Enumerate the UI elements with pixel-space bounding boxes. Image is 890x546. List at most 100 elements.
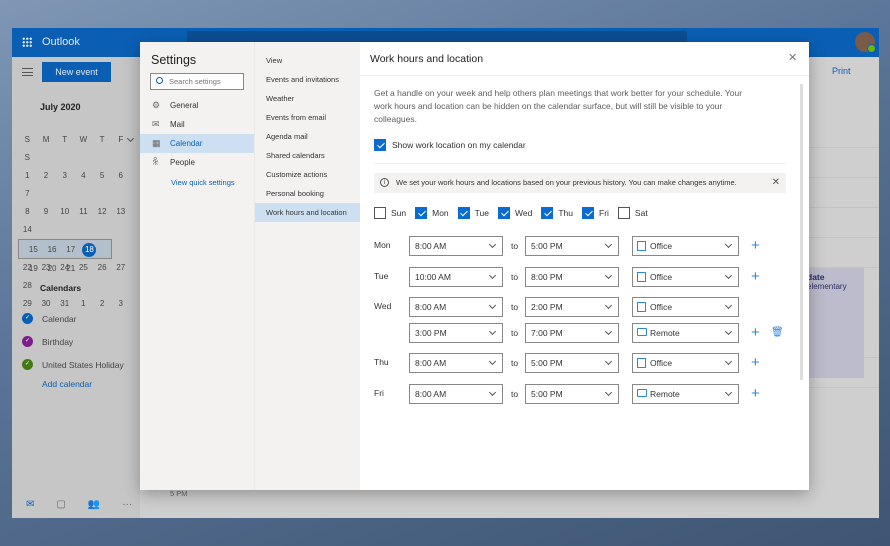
checkbox-icon[interactable] bbox=[457, 207, 470, 219]
add-icon[interactable]: + bbox=[751, 386, 760, 401]
day-cell[interactable]: 25 bbox=[74, 259, 93, 277]
search-settings-input[interactable]: Search settings bbox=[150, 73, 244, 90]
day-cell[interactable]: 9 bbox=[37, 203, 56, 221]
subnav-item[interactable]: Customize actions bbox=[255, 165, 360, 184]
calendars-heading[interactable]: Calendars bbox=[40, 283, 124, 293]
add-icon[interactable]: + bbox=[751, 325, 760, 340]
subnav-item[interactable]: Shared calendars bbox=[255, 146, 360, 165]
checkbox-icon[interactable] bbox=[498, 207, 511, 219]
scrollbar[interactable] bbox=[800, 84, 803, 380]
day-checkbox-sun[interactable]: Sun bbox=[374, 207, 406, 219]
more-icon[interactable]: ··· bbox=[122, 499, 132, 510]
checkbox-icon[interactable] bbox=[582, 207, 594, 219]
location-dropdown[interactable]: Office bbox=[632, 236, 739, 256]
calendar-icon[interactable]: ▢ bbox=[56, 499, 65, 510]
settings-nav-people[interactable]: ꆜ People bbox=[140, 153, 254, 172]
day-cell[interactable]: 3 bbox=[55, 167, 74, 185]
start-time-dropdown[interactable]: 8:00 AM bbox=[409, 236, 503, 256]
start-time-dropdown[interactable]: 8:00 AM bbox=[409, 353, 503, 373]
start-time-dropdown[interactable]: 8:00 AM bbox=[409, 297, 503, 317]
location-dropdown[interactable]: Office bbox=[632, 353, 739, 373]
day-cell[interactable]: 2 bbox=[37, 167, 56, 185]
new-event-button[interactable]: New event bbox=[42, 62, 111, 82]
location-dropdown[interactable]: Remote bbox=[632, 384, 739, 404]
end-time-dropdown[interactable]: 5:00 PM bbox=[525, 353, 619, 373]
show-location-checkbox[interactable]: Show work location on my calendar bbox=[374, 139, 526, 151]
day-cell[interactable]: 18 bbox=[82, 243, 97, 257]
day-checkbox-fri[interactable]: Fri bbox=[582, 207, 609, 219]
day-cell[interactable]: 4 bbox=[74, 167, 93, 185]
calendar-event[interactable]: date elementary bbox=[804, 268, 864, 378]
settings-nav-calendar[interactable]: ▦ Calendar bbox=[140, 134, 254, 153]
menu-icon[interactable] bbox=[22, 68, 33, 76]
subnav-item[interactable]: Weather bbox=[255, 89, 360, 108]
checkbox-icon[interactable] bbox=[374, 207, 386, 219]
end-time-dropdown[interactable]: 5:00 PM bbox=[525, 384, 619, 404]
day-cell[interactable]: 13 bbox=[111, 203, 130, 221]
day-cell[interactable]: 22 bbox=[18, 259, 37, 277]
calendar-item[interactable]: ✓ Birthday bbox=[22, 330, 124, 353]
day-cell[interactable]: 16 bbox=[43, 241, 62, 259]
settings-nav-mail[interactable]: ✉ Mail bbox=[140, 115, 254, 134]
checkbox-icon[interactable] bbox=[374, 139, 386, 151]
check-icon[interactable]: ✓ bbox=[22, 359, 33, 370]
checkbox-icon[interactable] bbox=[617, 207, 630, 219]
subnav-item[interactable]: View bbox=[255, 51, 360, 70]
view-quick-settings-link[interactable]: View quick settings bbox=[171, 178, 235, 187]
check-icon[interactable]: ✓ bbox=[22, 336, 33, 347]
day-cell[interactable]: 17 bbox=[61, 241, 80, 259]
checkbox-icon[interactable] bbox=[415, 207, 428, 219]
close-icon[interactable]: ✕ bbox=[788, 51, 797, 64]
subnav-item[interactable]: Agenda mail bbox=[255, 127, 360, 146]
add-calendar-link[interactable]: Add calendar bbox=[42, 379, 124, 389]
delete-icon[interactable]: 🗑 bbox=[771, 327, 784, 338]
location-dropdown[interactable]: Remote bbox=[632, 323, 739, 343]
day-cell[interactable]: 6 bbox=[111, 167, 130, 185]
start-time-dropdown[interactable]: 10:00 AM bbox=[409, 267, 503, 287]
calendar-item[interactable]: ✓ Calendar bbox=[22, 307, 124, 330]
day-cell[interactable]: 5 bbox=[93, 167, 112, 185]
settings-nav-general[interactable]: ⚙ General bbox=[140, 96, 254, 115]
add-icon[interactable]: + bbox=[751, 238, 760, 253]
day-cell[interactable]: 24 bbox=[55, 259, 74, 277]
start-time-dropdown[interactable]: 8:00 AM bbox=[409, 384, 503, 404]
end-time-dropdown[interactable]: 8:00 PM bbox=[525, 267, 619, 287]
dismiss-icon[interactable]: ✕ bbox=[772, 173, 780, 193]
avatar[interactable] bbox=[855, 32, 876, 53]
day-checkbox-sat[interactable]: Sat bbox=[617, 207, 648, 219]
day-cell[interactable]: 14 bbox=[18, 221, 37, 239]
location-dropdown[interactable]: Office bbox=[632, 297, 739, 317]
end-time-dropdown[interactable]: 7:00 PM bbox=[525, 323, 619, 343]
subnav-item[interactable]: Events from email bbox=[255, 108, 360, 127]
subnav-item[interactable]: Personal booking bbox=[255, 184, 360, 203]
mail-icon[interactable]: ✉ bbox=[26, 499, 34, 510]
check-icon[interactable]: ✓ bbox=[22, 313, 33, 324]
day-cell[interactable]: 10 bbox=[55, 203, 74, 221]
subnav-item[interactable]: Work hours and location bbox=[255, 203, 360, 222]
day-checkbox-wed[interactable]: Wed bbox=[498, 207, 532, 219]
checkbox-icon[interactable] bbox=[541, 207, 554, 219]
location-dropdown[interactable]: Office bbox=[632, 267, 739, 287]
add-icon[interactable]: + bbox=[751, 355, 760, 370]
end-time-dropdown[interactable]: 2:00 PM bbox=[525, 297, 619, 317]
print-button[interactable]: Print bbox=[832, 66, 851, 76]
calendar-item[interactable]: ✓ United States Holiday bbox=[22, 353, 124, 376]
start-time-dropdown[interactable]: 3:00 PM bbox=[409, 323, 503, 343]
day-checkbox-mon[interactable]: Mon bbox=[415, 207, 449, 219]
day-cell[interactable]: 1 bbox=[18, 167, 37, 185]
day-cell[interactable]: 15 bbox=[24, 241, 43, 259]
app-launcher-icon[interactable] bbox=[22, 37, 32, 47]
day-cell[interactable]: 8 bbox=[18, 203, 37, 221]
people-icon[interactable]: 👥 bbox=[88, 499, 100, 510]
add-icon[interactable]: + bbox=[751, 269, 760, 284]
day-cell[interactable]: 7 bbox=[18, 185, 37, 203]
day-cell[interactable]: 12 bbox=[93, 203, 112, 221]
day-cell[interactable]: 11 bbox=[74, 203, 93, 221]
day-cell[interactable]: 27 bbox=[111, 259, 130, 277]
day-checkbox-tue[interactable]: Tue bbox=[457, 207, 489, 219]
subnav-item[interactable]: Events and invitations bbox=[255, 70, 360, 89]
day-cell[interactable]: 23 bbox=[37, 259, 56, 277]
day-cell[interactable]: 26 bbox=[93, 259, 112, 277]
day-checkbox-thu[interactable]: Thu bbox=[541, 207, 573, 219]
end-time-dropdown[interactable]: 5:00 PM bbox=[525, 236, 619, 256]
